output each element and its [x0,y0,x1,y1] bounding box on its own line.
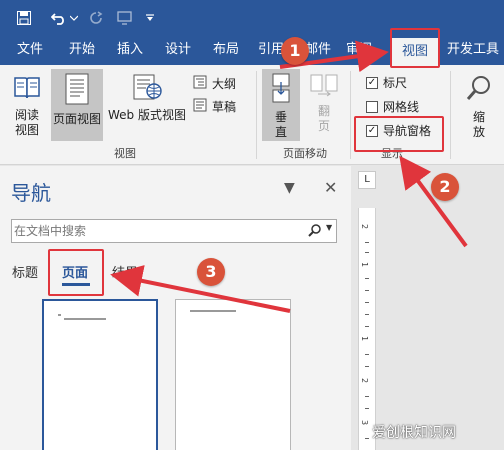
read-mode-button[interactable]: 阅读 视图 [6,73,48,138]
tab-design[interactable]: 设计 [156,35,200,65]
tab-headings[interactable]: 标题 [12,262,38,281]
vertical-button[interactable]: 垂 直 [262,69,300,141]
navigation-pane: 导航 ▼ ✕ ▼ 标题 页面 结果 [0,166,351,450]
zoom-button[interactable]: 缩 放 [458,75,500,140]
web-layout-button[interactable]: Web 版式视图 [105,73,189,123]
highlight-view-tab [390,28,440,68]
read-mode-label: 阅读 视图 [14,108,39,137]
ruler-tick [365,314,369,315]
page-thumbnail-2[interactable] [175,299,291,450]
nav-pane-title: 导航 [11,181,51,205]
document-area: L 2 1 1 2 3 [351,166,504,450]
group-divider [450,71,451,159]
undo-dropdown-icon[interactable] [69,8,79,28]
search-icon[interactable] [308,223,322,240]
vertical-ruler: 2 1 1 2 3 [358,208,376,450]
ruler-checkbox[interactable]: ✓ 标尺 [366,74,407,91]
ruler-number: 2 [360,223,370,230]
draft-button[interactable]: 草稿 [193,98,236,115]
tab-home[interactable]: 开始 [60,35,104,65]
vertical-label: 垂 直 [274,110,287,139]
ruler-tick [365,326,369,327]
step-badge-2: 2 [431,173,459,201]
outline-label: 大纲 [212,77,237,91]
watermark: 爱创根知识网 [372,425,456,441]
outline-button[interactable]: 大纲 [193,75,236,92]
zoom-label: 缩 放 [472,110,485,139]
tab-layout[interactable]: 布局 [204,35,248,65]
undo-icon[interactable] [48,8,70,28]
ruler-number: 2 [360,377,370,384]
ruler-number: 1 [360,261,370,268]
views-group-label: 视图 [114,147,136,160]
tab-file[interactable]: 文件 [8,35,52,65]
touch-mode-icon[interactable] [114,8,136,28]
ruler-tick [365,242,369,243]
read-mode-icon [6,73,48,105]
group-divider [256,71,257,159]
web-layout-label: Web 版式视图 [108,108,186,122]
step-badge-3: 3 [197,258,225,286]
outline-icon [193,75,207,92]
tab-insert[interactable]: 插入 [108,35,152,65]
ruler-tick [365,408,369,409]
zoom-icon [458,75,500,107]
ruler-tick [365,438,369,439]
highlight-nav-pane-checkbox [354,116,444,152]
page-move-group-label: 页面移动 [283,147,327,160]
thumb-text-line [190,310,236,312]
tab-results[interactable]: 结果 [112,262,138,281]
thumb-text-line [58,314,61,316]
thumb-text-line [64,318,106,320]
ruler-tick [365,396,369,397]
page-thumbnail-1[interactable] [42,299,158,450]
ruler-number: 1 [360,335,370,342]
redo-icon[interactable] [86,8,106,28]
ruler-check-icon: ✓ [366,76,378,89]
ruler-tick [365,252,369,253]
ruler-tick [365,278,369,279]
ruler-tick [365,366,369,367]
draft-label: 草稿 [212,100,237,114]
side-to-side-label: 翻 页 [317,104,330,133]
ruler-label: 标尺 [383,76,408,90]
side-to-side-icon [305,73,343,101]
gridlines-label: 网格线 [383,100,420,114]
side-to-side-button[interactable]: 翻 页 [305,73,343,134]
pane-options-icon[interactable]: ▼ [284,180,295,196]
gridlines-checkbox[interactable]: 网格线 [366,98,419,115]
ruler-tick [365,302,369,303]
draft-icon [193,98,207,115]
step-badge-1: 1 [281,37,309,65]
tab-developer[interactable]: 开发工具 [442,35,504,65]
save-icon[interactable] [13,8,35,28]
close-icon[interactable]: ✕ [324,178,337,197]
nav-search-box: ▼ [11,219,337,243]
nav-search-input[interactable] [14,222,294,240]
vertical-icon [262,73,300,107]
ruler-tick [365,290,369,291]
search-dropdown-icon[interactable]: ▼ [326,223,332,232]
gridlines-check-icon [366,100,378,113]
customize-icon[interactable] [143,8,157,28]
tab-selector[interactable]: L [358,171,376,189]
print-layout-button[interactable]: 页面视图 [51,69,103,141]
ruler-tick [365,354,369,355]
group-divider [350,71,351,159]
highlight-pages-tab [48,249,104,296]
print-layout-label: 页面视图 [52,112,101,126]
ruler-number: 3 [360,419,370,426]
tab-review[interactable]: 审阅 [340,35,378,65]
web-layout-icon [105,73,189,105]
print-layout-icon [51,73,103,109]
